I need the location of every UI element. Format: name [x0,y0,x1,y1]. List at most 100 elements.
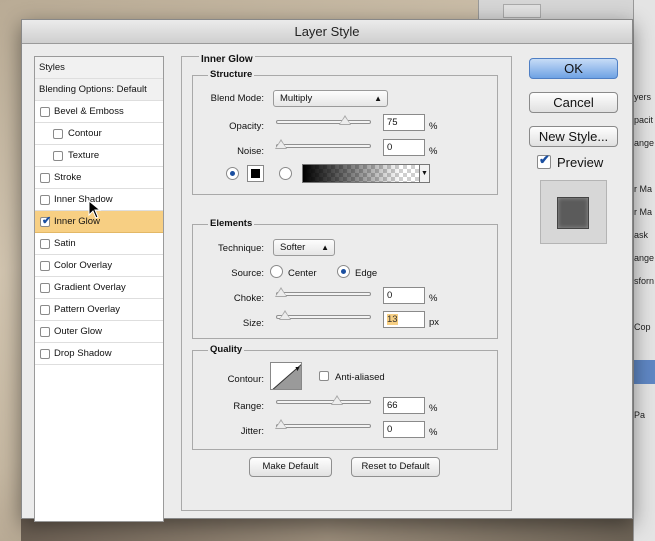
slider-thumb[interactable] [275,139,287,149]
style-item-label: Bevel & Emboss [54,106,124,117]
structure-title: Structure [208,69,255,80]
style-item-checkbox[interactable] [40,107,50,117]
style-item[interactable]: Outer Glow [35,321,163,343]
slider-thumb[interactable] [338,115,351,125]
style-item-checkbox[interactable] [53,129,63,139]
glow-gradient-picker[interactable] [302,164,420,183]
blend-mode-select[interactable]: Multiply ▲︎ [273,90,388,107]
style-item-label: Satin [54,238,76,249]
source-edge-radio[interactable] [337,265,350,278]
checkmark-icon: ✔ [42,215,52,227]
style-item[interactable]: Drop Shadow [35,343,163,365]
source-label: Source: [231,268,264,279]
ok-button[interactable]: OK [529,58,618,79]
quality-title: Quality [208,344,245,355]
gradient-radio[interactable] [279,167,292,180]
style-item-checkbox[interactable] [40,327,50,337]
slider-thumb[interactable] [275,287,287,297]
style-item[interactable]: Pattern Overlay [35,299,163,321]
contour-dropdown-arrow-icon[interactable]: ▼ [294,366,301,373]
glow-color-swatch[interactable] [247,165,264,182]
size-slider[interactable] [276,310,371,320]
style-item[interactable]: Gradient Overlay [35,277,163,299]
noise-unit: % [429,146,438,157]
style-item-checkbox[interactable] [40,239,50,249]
canvas-image-strip [21,519,633,541]
style-item-label: Pattern Overlay [54,304,120,315]
panel-fragment: r Ma [634,207,652,217]
cancel-button[interactable]: Cancel [529,92,618,113]
panel-fragment: yers [634,92,652,102]
jitter-slider[interactable] [275,419,371,429]
layers-panel-edge [633,0,655,541]
range-label: Range: [233,401,264,412]
styles-list: Styles Blending Options: Default Bevel &… [34,56,164,522]
style-item-checkbox[interactable]: ✔ [40,215,52,227]
elements-group: Elements Technique: Softer ▲︎ Source: Cen… [192,218,498,339]
noise-label: Noise: [237,146,264,157]
layer-style-dialog: Layer Style Styles Blending Options: Def… [21,19,633,522]
style-item-checkbox[interactable] [40,349,50,359]
style-item-checkbox[interactable] [40,173,50,183]
choke-label: Choke: [233,293,264,304]
selected-layer-fragment [634,360,655,384]
jitter-unit: % [429,427,438,438]
style-item[interactable]: Contour [35,123,163,145]
opacity-slider[interactable] [276,115,371,125]
opacity-input[interactable]: 75 [383,114,425,131]
range-slider[interactable] [276,395,371,405]
style-item-label: Texture [68,150,100,161]
styles-header[interactable]: Styles [35,57,163,79]
anti-aliased-checkbox[interactable] [319,371,329,381]
updown-arrow-icon: ▲︎ [321,243,329,252]
choke-input[interactable]: 0 [383,287,425,304]
color-radio[interactable] [226,167,239,180]
style-item-checkbox[interactable] [40,261,50,271]
style-item[interactable]: Satin [35,233,163,255]
noise-slider[interactable] [275,139,371,149]
mouse-cursor-icon [88,199,102,219]
contour-label: Contour: [227,374,264,385]
slider-thumb[interactable] [275,419,287,429]
jitter-input[interactable]: 0 [383,421,425,438]
structure-group: Structure Blend Mode: Multiply ▲︎ Opacity… [192,69,498,195]
opacity-label: Opacity: [229,121,264,132]
blend-mode-label: Blend Mode: [210,93,264,104]
style-item-checkbox[interactable] [40,195,50,205]
dialog-title: Layer Style [22,20,632,44]
preview-checkbox[interactable]: ✔ [537,152,551,169]
style-item-label: Gradient Overlay [54,282,126,293]
choke-slider[interactable] [275,287,371,297]
panel-grip [503,4,541,18]
style-preview [540,180,607,244]
checkmark-icon: ✔ [539,152,550,167]
style-item-checkbox[interactable] [40,305,50,315]
style-item-label: Contour [68,128,102,139]
panel-fragment: ange [634,253,655,263]
panel-fragment: r Ma [634,184,652,194]
slider-thumb[interactable] [279,310,292,320]
panel-title: Inner Glow [199,54,255,65]
slider-thumb[interactable] [331,395,344,405]
quality-group: Quality Contour: ▼ Anti-aliased Range: 6… [192,344,498,450]
jitter-label: Jitter: [240,426,264,437]
style-item-checkbox[interactable] [53,151,63,161]
technique-select[interactable]: Softer ▲︎ [273,239,335,256]
make-default-button[interactable]: Make Default [249,457,332,477]
blending-options-item[interactable]: Blending Options: Default [35,79,163,101]
reset-default-button[interactable]: Reset to Default [351,457,440,477]
source-center-radio[interactable] [270,265,283,278]
range-input[interactable]: 66 [383,397,425,414]
noise-input[interactable]: 0 [383,139,425,156]
style-item[interactable]: Color Overlay [35,255,163,277]
panel-fragment: ask [634,230,649,240]
style-item[interactable]: Stroke [35,167,163,189]
style-item[interactable]: Bevel & Emboss [35,101,163,123]
style-item-label: Inner Shadow [54,194,113,205]
style-item[interactable]: Texture [35,145,163,167]
gradient-dropdown-arrow-icon[interactable]: ▼ [420,164,430,183]
new-style-button[interactable]: New Style... [529,126,618,147]
size-unit: px [429,317,440,328]
style-item-checkbox[interactable] [40,283,50,293]
size-input[interactable]: 13 [383,311,425,328]
